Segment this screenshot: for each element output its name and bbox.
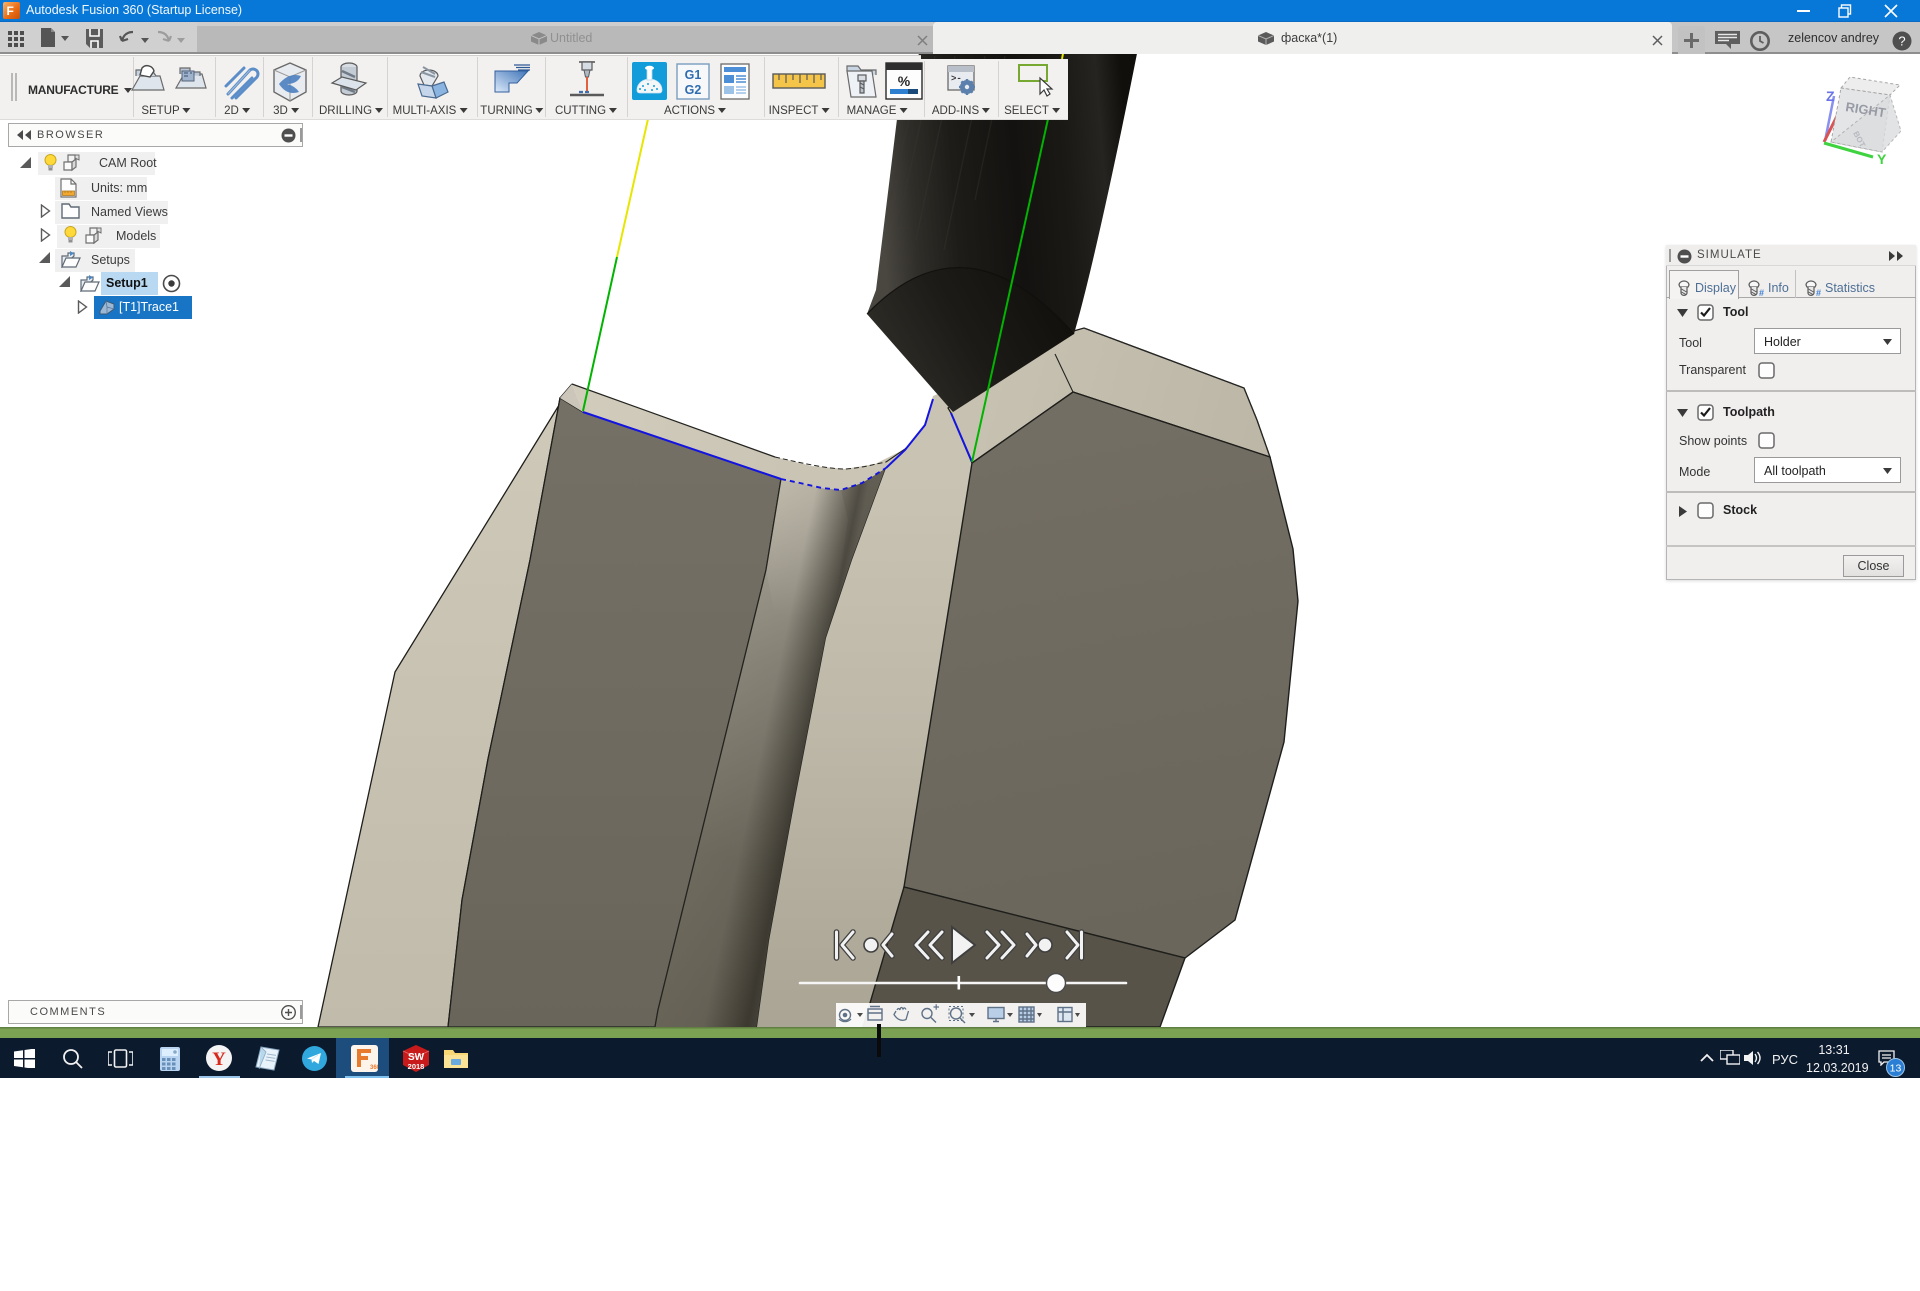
- svg-text:>-: >-: [951, 74, 962, 84]
- svg-text:#: #: [1759, 288, 1764, 297]
- svg-text:G2: G2: [685, 83, 702, 97]
- svg-text:13: 13: [1890, 1063, 1902, 1075]
- svg-text:Y: Y: [1877, 151, 1887, 167]
- svg-text:Z: Z: [1826, 88, 1835, 104]
- svg-text:Y: Y: [212, 1049, 226, 1070]
- svg-text:#: #: [1816, 288, 1821, 297]
- svg-text:?: ?: [1898, 34, 1905, 49]
- svg-text:360: 360: [370, 1065, 378, 1071]
- svg-text:%: %: [898, 73, 911, 89]
- svg-text:G1: G1: [685, 68, 702, 82]
- svg-text:2018: 2018: [408, 1062, 425, 1071]
